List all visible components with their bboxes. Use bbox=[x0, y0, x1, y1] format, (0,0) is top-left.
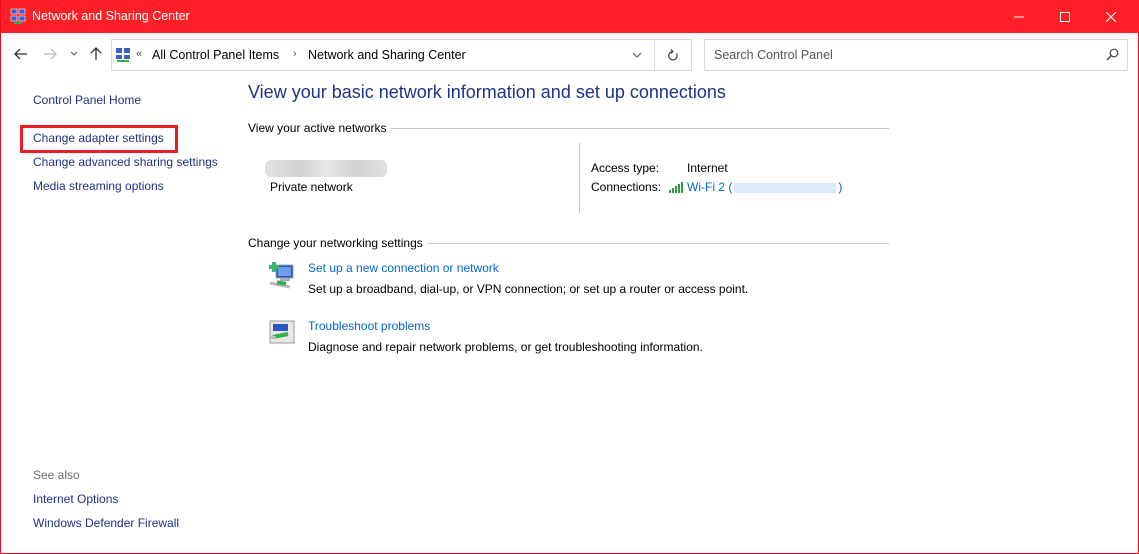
arrow-right-icon bbox=[44, 48, 57, 60]
sidebar-internet-options[interactable]: Internet Options bbox=[33, 492, 118, 506]
search-input[interactable] bbox=[705, 40, 1100, 70]
page-heading: View your basic network information and … bbox=[248, 82, 726, 102]
breadcrumb-overflow[interactable]: « bbox=[136, 48, 142, 60]
access-type-label: Access type: bbox=[591, 161, 660, 175]
access-type-value: Internet bbox=[687, 161, 728, 175]
up-button[interactable] bbox=[88, 44, 104, 64]
minimize-icon bbox=[1014, 16, 1024, 17]
address-dropdown-button[interactable] bbox=[632, 48, 642, 62]
troubleshoot-icon bbox=[269, 320, 295, 344]
vertical-divider bbox=[579, 143, 580, 213]
setup-new-connection-link[interactable]: Set up a new connection or network bbox=[308, 261, 499, 275]
refresh-icon bbox=[668, 48, 678, 60]
breadcrumb-network-sharing-center[interactable]: Network and Sharing Center bbox=[308, 48, 466, 62]
minimize-button[interactable] bbox=[996, 0, 1042, 33]
maximize-button[interactable] bbox=[1042, 0, 1088, 33]
maximize-icon bbox=[1060, 11, 1070, 22]
active-networks-heading: View your active networks bbox=[248, 121, 387, 135]
refresh-button[interactable] bbox=[655, 39, 692, 71]
network-name-redacted bbox=[265, 160, 387, 177]
connection-name: Wi-Fi 2 ( bbox=[687, 180, 733, 194]
new-connection-icon bbox=[269, 262, 294, 289]
breadcrumb-separator[interactable]: › bbox=[293, 48, 297, 60]
navigation-bar: « All Control Panel Items › Network and … bbox=[1, 38, 1139, 72]
forward-button[interactable] bbox=[41, 44, 59, 64]
breadcrumb-all-control-panel-items[interactable]: All Control Panel Items bbox=[152, 48, 279, 62]
sidebar-windows-defender-firewall[interactable]: Windows Defender Firewall bbox=[33, 516, 179, 530]
network-center-icon bbox=[10, 8, 26, 24]
network-sharing-center-window: Network and Sharing Center « All Control… bbox=[0, 0, 1139, 554]
section-divider bbox=[391, 128, 889, 129]
recent-locations-button[interactable] bbox=[68, 44, 80, 64]
see-also-label: See also bbox=[33, 468, 80, 482]
close-icon bbox=[1106, 11, 1116, 22]
change-settings-heading: Change your networking settings bbox=[248, 236, 423, 250]
title-bar: Network and Sharing Center bbox=[1, 0, 1139, 33]
network-center-icon bbox=[116, 48, 130, 62]
ssid-redacted bbox=[734, 182, 837, 193]
back-button[interactable] bbox=[12, 44, 30, 64]
network-category: Private network bbox=[270, 180, 353, 194]
sidebar-change-adapter-settings[interactable]: Change adapter settings bbox=[33, 131, 164, 145]
sidebar-change-advanced-sharing-settings[interactable]: Change advanced sharing settings bbox=[33, 155, 218, 169]
address-bar[interactable]: « All Control Panel Items › Network and … bbox=[111, 39, 655, 71]
connection-suffix: ) bbox=[838, 180, 843, 194]
sidebar-control-panel-home[interactable]: Control Panel Home bbox=[33, 93, 141, 107]
setup-new-connection-description: Set up a broadband, dial-up, or VPN conn… bbox=[308, 282, 749, 296]
chevron-down-icon bbox=[632, 52, 642, 58]
search-box[interactable] bbox=[704, 39, 1128, 71]
arrow-left-icon bbox=[14, 48, 27, 60]
troubleshoot-problems-link[interactable]: Troubleshoot problems bbox=[308, 319, 430, 333]
sidebar-media-streaming-options[interactable]: Media streaming options bbox=[33, 179, 164, 193]
arrow-up-icon bbox=[90, 47, 102, 60]
close-button[interactable] bbox=[1088, 0, 1134, 33]
wifi-signal-icon bbox=[669, 182, 683, 193]
section-divider bbox=[428, 243, 889, 244]
search-icon[interactable] bbox=[1106, 48, 1119, 61]
troubleshoot-problems-description: Diagnose and repair network problems, or… bbox=[308, 340, 703, 354]
connections-label: Connections: bbox=[591, 180, 662, 194]
wifi-connection-link[interactable]: Wi-Fi 2 () bbox=[687, 180, 842, 194]
window-title: Network and Sharing Center bbox=[32, 9, 190, 23]
chevron-down-icon bbox=[70, 51, 78, 56]
